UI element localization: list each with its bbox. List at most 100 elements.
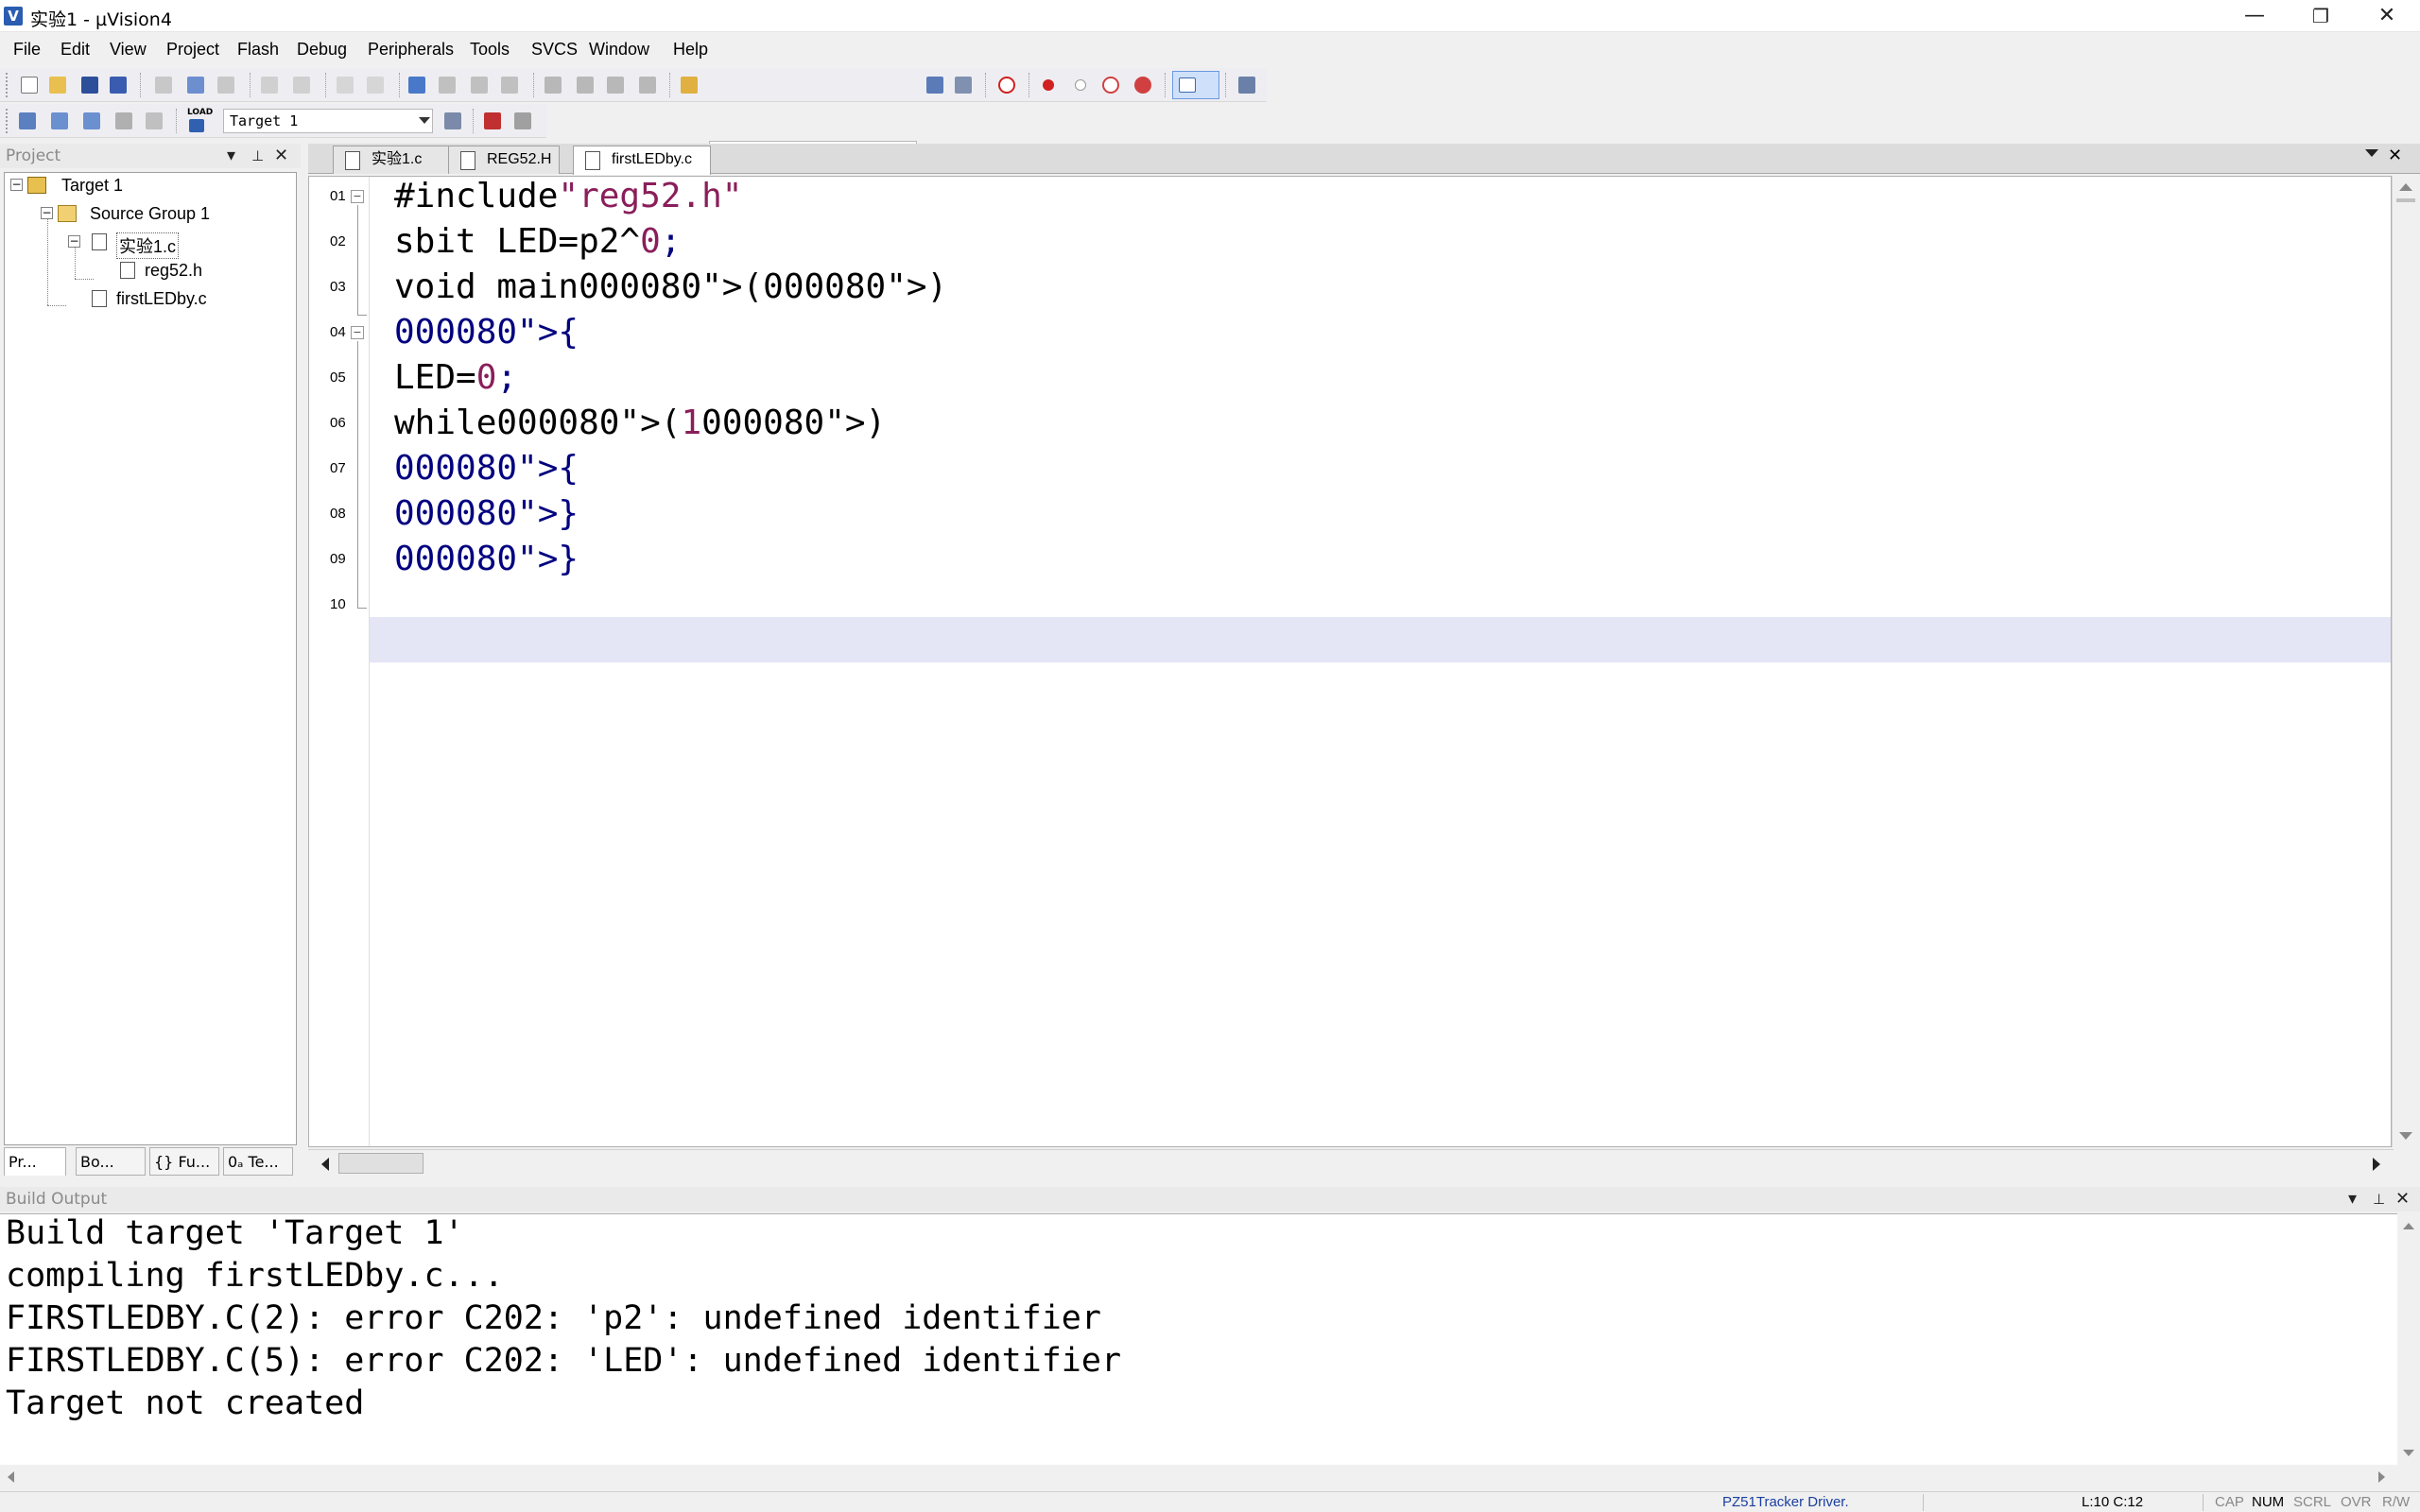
code-line: 000080">} — [394, 540, 579, 578]
vertical-scrollbar[interactable] — [2392, 176, 2418, 1147]
tab-books[interactable]: Bo... — [76, 1147, 146, 1176]
chevron-down-icon[interactable] — [2365, 149, 2378, 157]
select-packs-icon[interactable] — [510, 109, 535, 133]
next-bookmark-icon[interactable] — [467, 73, 492, 97]
menu-debug[interactable]: Debug — [297, 40, 347, 60]
tab-file-reg52[interactable]: REG52.H — [448, 146, 560, 174]
comment-icon[interactable] — [603, 73, 628, 97]
navigate-forward-icon[interactable] — [363, 73, 388, 97]
kill-breakpoints-icon[interactable] — [1131, 73, 1155, 97]
chevron-down-icon[interactable]: ▾ — [227, 144, 235, 168]
menu-file[interactable]: File — [13, 40, 41, 60]
indent-icon[interactable] — [541, 73, 565, 97]
pin-icon[interactable]: ⊥ — [2373, 1187, 2385, 1211]
stop-build-icon[interactable] — [142, 109, 166, 133]
tree-node-source-group[interactable]: Source Group 1 — [90, 204, 210, 224]
target-select[interactable]: Target 1 — [223, 109, 433, 133]
fold-toggle[interactable]: − — [351, 190, 364, 203]
open-folder-icon[interactable] — [45, 73, 70, 97]
menu-flash[interactable]: Flash — [237, 40, 279, 60]
scroll-up-icon[interactable] — [2399, 183, 2412, 191]
fold-toggle[interactable]: − — [351, 326, 364, 339]
clear-bookmarks-icon[interactable] — [497, 73, 522, 97]
menu-window[interactable]: Window — [589, 40, 649, 60]
close-icon[interactable]: ✕ — [2388, 146, 2402, 165]
tab-project[interactable]: Pr... — [4, 1147, 66, 1176]
undo-icon[interactable] — [257, 73, 282, 97]
maximize-button[interactable]: ❐ — [2288, 0, 2354, 32]
menu-peripherals[interactable]: Peripherals — [368, 40, 454, 60]
redo-icon[interactable] — [289, 73, 314, 97]
horizontal-scrollbar[interactable] — [0, 1465, 2397, 1489]
batch-build-icon[interactable] — [112, 109, 136, 133]
chevron-down-icon[interactable] — [419, 117, 430, 124]
tab-file-firstledby[interactable]: firstLEDby.c — [573, 146, 711, 175]
menu-project[interactable]: Project — [166, 40, 219, 60]
menu-svcs[interactable]: SVCS — [531, 40, 578, 60]
menu-tools[interactable]: Tools — [470, 40, 510, 60]
toolbar-grip[interactable] — [6, 73, 9, 97]
collapse-toggle[interactable]: − — [68, 235, 80, 248]
close-button[interactable]: ✕ — [2354, 0, 2420, 32]
save-icon[interactable] — [78, 73, 102, 97]
horizontal-scrollbar[interactable] — [308, 1149, 2394, 1177]
scroll-thumb[interactable] — [2396, 198, 2415, 202]
menu-view[interactable]: View — [110, 40, 147, 60]
tree-node-file[interactable]: firstLEDby.c — [116, 289, 207, 309]
tree-node-file[interactable]: 实验1.c — [116, 232, 180, 259]
project-tree[interactable]: − Target 1 − Source Group 1 − 实验1.c reg5… — [4, 172, 297, 1145]
chevron-down-icon[interactable]: ▾ — [2348, 1187, 2357, 1211]
toolbar-grip[interactable] — [6, 109, 9, 133]
cut-icon[interactable] — [151, 73, 176, 97]
close-icon[interactable]: ✕ — [274, 144, 288, 168]
scroll-left-icon[interactable] — [8, 1471, 14, 1483]
configure-wrench-icon[interactable] — [1235, 73, 1259, 97]
window-layout-button[interactable] — [1172, 71, 1219, 99]
scroll-right-icon[interactable] — [2378, 1471, 2385, 1483]
build-icon[interactable] — [47, 109, 72, 133]
scroll-right-icon[interactable] — [2373, 1158, 2380, 1171]
find-icon[interactable] — [923, 73, 947, 97]
load-download-icon[interactable]: LOAD — [183, 108, 213, 134]
menu-help[interactable]: Help — [673, 40, 708, 60]
collapse-toggle[interactable]: − — [10, 179, 23, 191]
incremental-find-icon[interactable] — [951, 73, 976, 97]
rebuild-icon[interactable] — [79, 109, 104, 133]
code-editor[interactable]: 01 02 03 04 05 06 07 08 09 10 − − #inclu… — [308, 176, 2392, 1147]
prev-bookmark-icon[interactable] — [435, 73, 459, 97]
translate-icon[interactable] — [15, 109, 40, 133]
save-all-icon[interactable] — [106, 73, 130, 97]
tab-functions[interactable]: {} Fu... — [149, 1147, 219, 1176]
insert-breakpoint-icon[interactable] — [1036, 73, 1061, 97]
manage-components-icon[interactable] — [480, 109, 505, 133]
tab-templates[interactable]: 0ₐ Te... — [223, 1147, 293, 1176]
paste-icon[interactable] — [214, 73, 238, 97]
tree-node-target[interactable]: Target 1 — [61, 176, 123, 196]
scroll-left-icon[interactable] — [321, 1158, 329, 1171]
build-output-text[interactable]: Build target 'Target 1' compiling firstL… — [0, 1213, 2397, 1465]
bookmark-icon[interactable] — [405, 73, 429, 97]
menu-edit[interactable]: Edit — [60, 40, 90, 60]
uncomment-icon[interactable] — [635, 73, 660, 97]
enable-breakpoint-icon[interactable] — [1068, 73, 1093, 97]
status-scrl: SCRL — [2293, 1494, 2332, 1510]
pin-icon[interactable]: ⊥ — [251, 144, 264, 168]
scroll-up-icon[interactable] — [2403, 1223, 2414, 1229]
copy-icon[interactable] — [183, 73, 208, 97]
collapse-toggle[interactable]: − — [41, 207, 53, 219]
unindent-icon[interactable] — [573, 73, 597, 97]
target-options-icon[interactable] — [441, 109, 465, 133]
disable-breakpoints-icon[interactable] — [1098, 73, 1123, 97]
scroll-thumb[interactable] — [338, 1153, 424, 1174]
new-file-icon[interactable] — [17, 73, 42, 97]
scroll-down-icon[interactable] — [2403, 1450, 2414, 1456]
vertical-scrollbar[interactable] — [2397, 1213, 2420, 1465]
scroll-down-icon[interactable] — [2399, 1132, 2412, 1140]
tree-node-include[interactable]: reg52.h — [145, 261, 202, 281]
code-line: sbit LED=p2^0; — [394, 222, 682, 261]
find-in-files-icon[interactable] — [677, 73, 701, 97]
start-debug-icon[interactable] — [994, 73, 1019, 97]
minimize-button[interactable]: — — [2221, 0, 2288, 32]
navigate-back-icon[interactable] — [333, 73, 357, 97]
close-icon[interactable]: ✕ — [2395, 1187, 2410, 1211]
